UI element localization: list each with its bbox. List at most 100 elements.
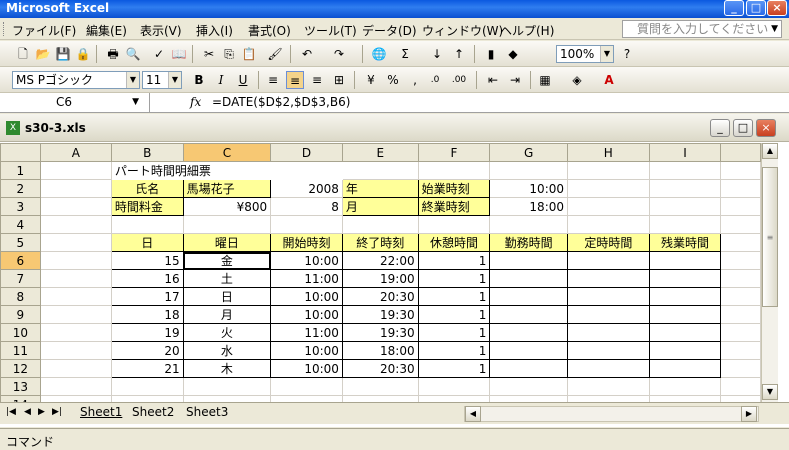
- undo-icon[interactable]: ↶: [298, 45, 316, 63]
- cell-j8[interactable]: [720, 287, 761, 306]
- scroll-up-icon[interactable]: ▲: [762, 143, 778, 159]
- column-header-d[interactable]: D: [270, 143, 343, 162]
- print-preview-icon[interactable]: 🔍: [124, 45, 142, 63]
- column-header-f[interactable]: F: [417, 143, 491, 162]
- cell-g7[interactable]: [489, 269, 569, 288]
- permission-icon[interactable]: 🔒: [74, 45, 92, 63]
- cell-g8[interactable]: [489, 287, 569, 306]
- cell-g6[interactable]: [489, 251, 569, 270]
- row-header[interactable]: 11: [0, 341, 41, 360]
- cell-h8[interactable]: [567, 287, 650, 306]
- cell-f5[interactable]: 休憩時間: [417, 233, 491, 252]
- redo-icon[interactable]: ↷: [330, 45, 348, 63]
- cell-d8[interactable]: 10:00: [270, 287, 343, 306]
- cell-f11[interactable]: 1: [417, 341, 491, 360]
- cell-j12[interactable]: [720, 359, 761, 378]
- row-header[interactable]: 7: [0, 269, 41, 288]
- scroll-left-icon[interactable]: ◀: [465, 406, 481, 422]
- cell-b5[interactable]: 日: [110, 233, 184, 252]
- cell-b7[interactable]: 16: [110, 269, 184, 288]
- cell-table[interactable]: A B C D E F G H I 1 パート時間明細票 2 氏名 馬場花子 2…: [0, 143, 761, 402]
- cell-c12[interactable]: 木: [182, 359, 272, 378]
- cell-h13[interactable]: [567, 377, 650, 396]
- print-icon[interactable]: 🖶: [104, 45, 122, 63]
- cell-d12[interactable]: 10:00: [270, 359, 343, 378]
- row-header[interactable]: 4: [0, 215, 41, 234]
- cell-h10[interactable]: [567, 323, 650, 342]
- chart-wizard-icon[interactable]: ▮: [482, 45, 500, 63]
- scroll-thumb[interactable]: ≡: [762, 167, 778, 307]
- cell-b3[interactable]: 時間料金: [110, 197, 184, 216]
- menu-tools[interactable]: ツール(T): [304, 22, 357, 39]
- drawing-icon[interactable]: ◆: [504, 45, 522, 63]
- cell-i12[interactable]: [648, 359, 722, 378]
- menu-data[interactable]: データ(D): [362, 22, 417, 39]
- row-header[interactable]: 8: [0, 287, 41, 306]
- last-sheet-icon[interactable]: ▶|: [52, 407, 62, 417]
- cell-h7[interactable]: [567, 269, 650, 288]
- menu-edit[interactable]: 編集(E): [86, 22, 127, 39]
- help-search-input[interactable]: 質問を入力してください ▼: [622, 20, 782, 38]
- cell-e6[interactable]: 22:00: [341, 251, 419, 270]
- menu-view[interactable]: 表示(V): [140, 22, 182, 39]
- cell-d2[interactable]: 2008: [270, 179, 343, 198]
- scroll-right-icon[interactable]: ▶: [741, 406, 757, 422]
- cell-j10[interactable]: [720, 323, 761, 342]
- cell-f8[interactable]: 1: [417, 287, 491, 306]
- cell-d11[interactable]: 10:00: [270, 341, 343, 360]
- cell-g13[interactable]: [489, 377, 569, 396]
- column-header-e[interactable]: E: [341, 143, 419, 162]
- cell-b8[interactable]: 17: [110, 287, 184, 306]
- cell-j4[interactable]: [720, 215, 761, 234]
- cell-j5[interactable]: [720, 233, 761, 252]
- select-all-corner[interactable]: [0, 143, 41, 162]
- fill-color-icon[interactable]: ◈: [568, 71, 586, 89]
- cell-f7[interactable]: 1: [417, 269, 491, 288]
- hyperlink-icon[interactable]: 🌐: [370, 45, 388, 63]
- cell-h5[interactable]: 定時時間: [567, 233, 650, 252]
- tab-sheet3[interactable]: Sheet3: [186, 405, 228, 419]
- vertical-scrollbar[interactable]: ▲ ≡ ▼: [761, 143, 778, 402]
- cell-i11[interactable]: [648, 341, 722, 360]
- sort-descending-icon[interactable]: ↑: [450, 45, 468, 63]
- cell-i7[interactable]: [648, 269, 722, 288]
- cell-e3[interactable]: 月: [341, 197, 419, 216]
- cell-i6[interactable]: [648, 251, 722, 270]
- cell-f2[interactable]: 始業時刻: [417, 179, 491, 198]
- cell-c13[interactable]: [182, 377, 272, 396]
- tab-sheet2[interactable]: Sheet2: [132, 405, 174, 419]
- cell-e5[interactable]: 終了時刻: [341, 233, 419, 252]
- format-painter-icon[interactable]: 🖌: [266, 45, 284, 63]
- cell-c10[interactable]: 火: [182, 323, 272, 342]
- row-header[interactable]: 1: [0, 161, 41, 180]
- row-header[interactable]: 13: [0, 377, 41, 396]
- research-icon[interactable]: 📖: [170, 45, 188, 63]
- cell-g3[interactable]: 18:00: [489, 197, 569, 216]
- spreadsheet-grid[interactable]: A B C D E F G H I 1 パート時間明細票 2 氏名 馬場花子 2…: [0, 143, 761, 402]
- prev-sheet-icon[interactable]: ◀: [24, 407, 31, 417]
- cell-g5[interactable]: 勤務時間: [489, 233, 569, 252]
- cell-e7[interactable]: 19:00: [341, 269, 419, 288]
- maximize-icon[interactable]: □: [746, 0, 766, 16]
- currency-icon[interactable]: ¥: [362, 71, 380, 89]
- cell-a5[interactable]: [39, 233, 112, 252]
- cell-h1[interactable]: [567, 161, 650, 180]
- cell-e4[interactable]: [341, 215, 419, 234]
- cell-j1[interactable]: [720, 161, 761, 180]
- spelling-icon[interactable]: ✓: [150, 45, 168, 63]
- row-header[interactable]: 2: [0, 179, 41, 198]
- cell-g12[interactable]: [489, 359, 569, 378]
- cell-a6[interactable]: [39, 251, 112, 270]
- cell-j3[interactable]: [720, 197, 761, 216]
- cell-c8[interactable]: 日: [182, 287, 272, 306]
- decrease-indent-icon[interactable]: ⇤: [484, 71, 502, 89]
- workbook-minimize-icon[interactable]: _: [710, 119, 730, 137]
- cell-c5[interactable]: 曜日: [182, 233, 272, 252]
- cell-i1[interactable]: [648, 161, 722, 180]
- menu-insert[interactable]: 挿入(I): [196, 22, 233, 39]
- cell-e11[interactable]: 18:00: [341, 341, 419, 360]
- cell-d4[interactable]: [270, 215, 343, 234]
- cell-h4[interactable]: [567, 215, 650, 234]
- row-header[interactable]: 12: [0, 359, 41, 378]
- close-icon[interactable]: ×: [767, 0, 787, 16]
